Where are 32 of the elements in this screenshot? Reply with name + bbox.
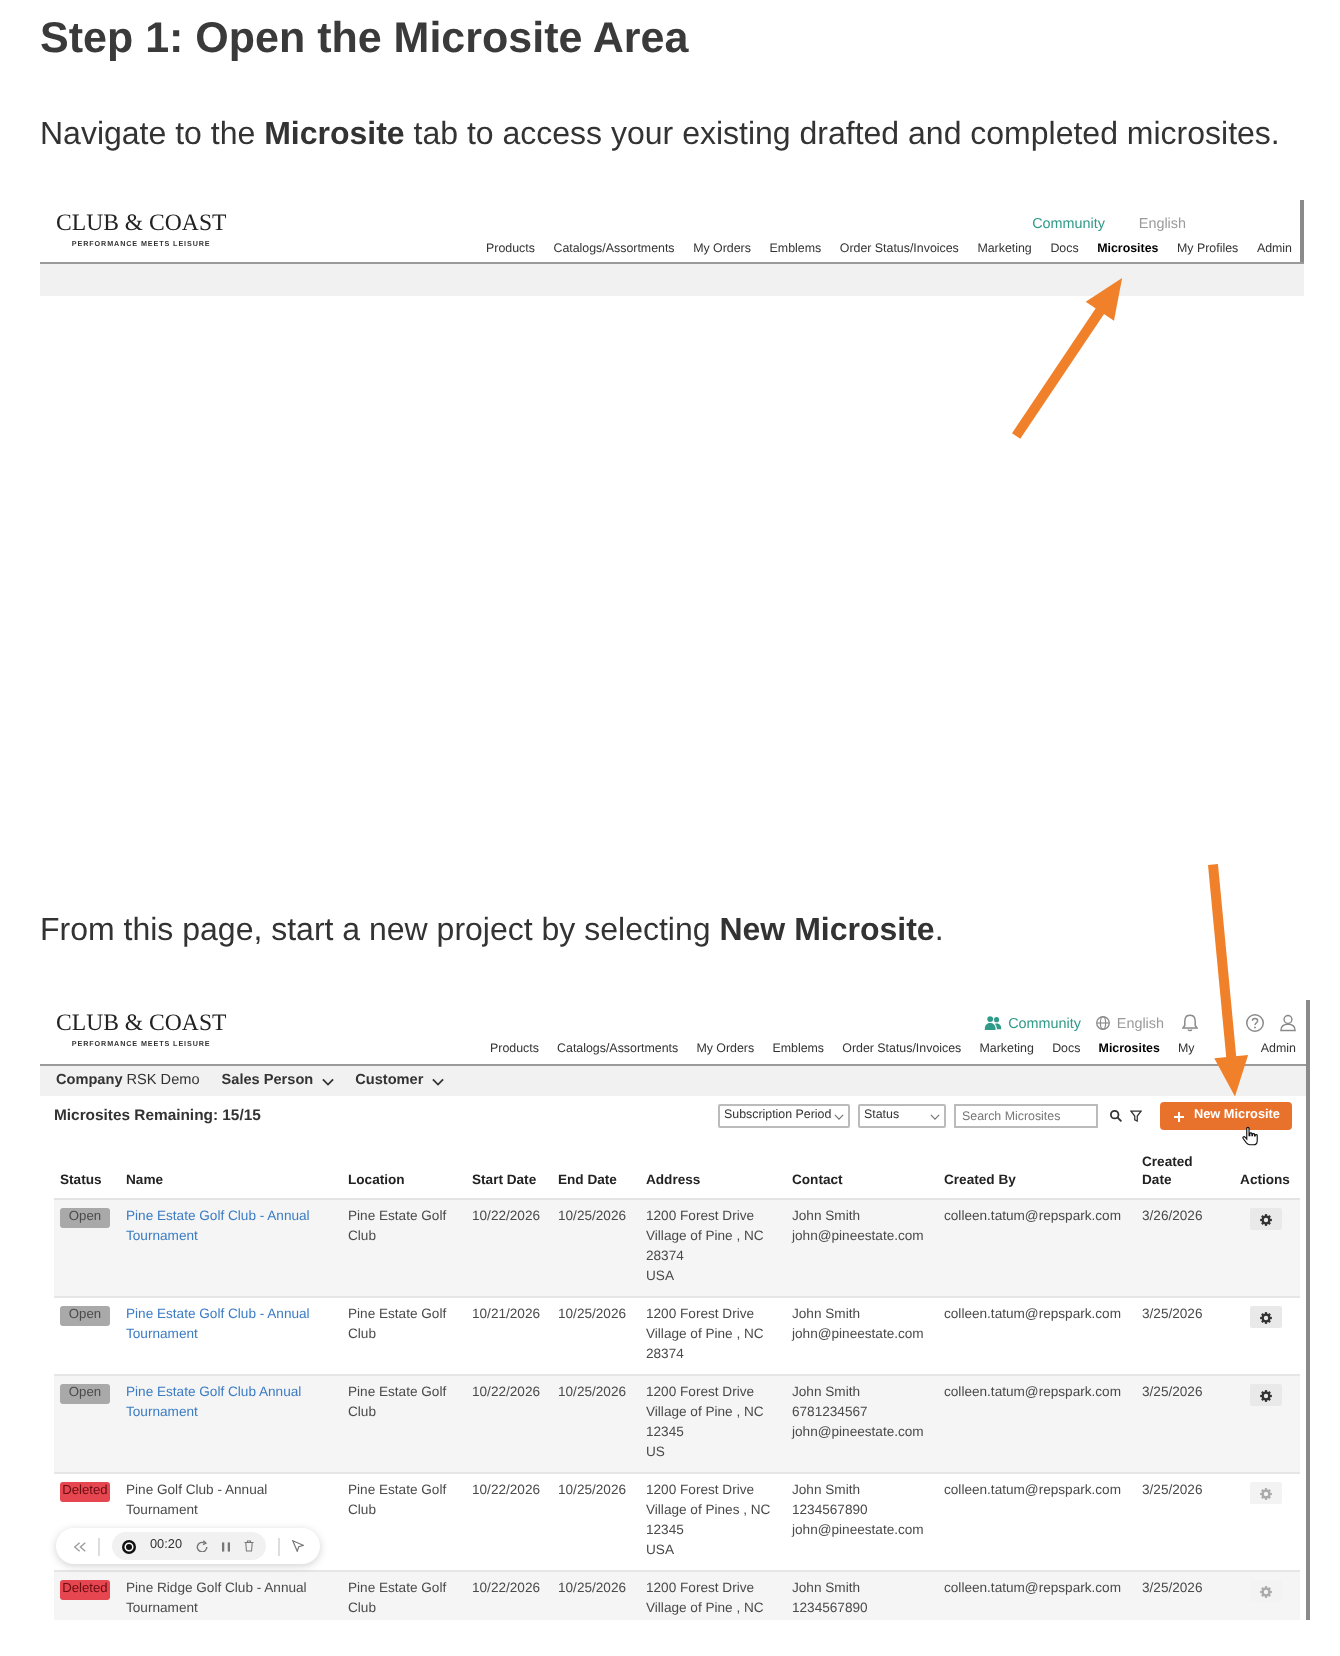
gear-icon — [1259, 1213, 1271, 1225]
brand-logo: CLUB & COAST — [56, 1012, 227, 1034]
hand-cursor-icon — [1242, 1126, 1258, 1146]
gear-icon — [1259, 1311, 1271, 1323]
filter-icon[interactable] — [1130, 1110, 1142, 1122]
pointer-icon[interactable] — [292, 1540, 304, 1552]
gear-icon — [1259, 1585, 1271, 1597]
instruction-text: Navigate to the Microsite tab to access your existing drafted and completed microsites. — [40, 118, 1282, 154]
plus-icon — [1174, 1111, 1184, 1121]
caret-icon — [834, 1113, 844, 1119]
bell-icon[interactable] — [1182, 1013, 1198, 1031]
pause-icon[interactable] — [222, 1541, 230, 1551]
gear-icon — [1259, 1389, 1271, 1401]
instruction-text: From this page, start a new project by selecting New Microsite. — [40, 914, 946, 950]
gear-icon — [1259, 1487, 1271, 1499]
user-icon[interactable] — [1280, 1013, 1296, 1031]
chevron-down-icon — [431, 1077, 444, 1085]
step-heading: Step 1: Open the Microsite Area — [40, 14, 691, 62]
caret-icon — [930, 1113, 940, 1119]
record-icon[interactable] — [122, 1539, 136, 1553]
settings-button[interactable] — [1249, 1306, 1281, 1328]
trash-icon[interactable] — [244, 1540, 254, 1552]
globe-icon — [1096, 1015, 1111, 1029]
search-icon[interactable] — [1110, 1110, 1122, 1122]
help-icon[interactable] — [1246, 1013, 1264, 1031]
settings-button[interactable] — [1249, 1384, 1281, 1406]
settings-button[interactable] — [1249, 1208, 1281, 1230]
people-icon — [984, 1015, 1003, 1029]
collapse-icon[interactable] — [74, 1541, 86, 1551]
restart-icon[interactable] — [196, 1540, 208, 1552]
brand-logo: CLUB & COAST — [56, 212, 227, 234]
chevron-down-icon — [321, 1077, 334, 1085]
